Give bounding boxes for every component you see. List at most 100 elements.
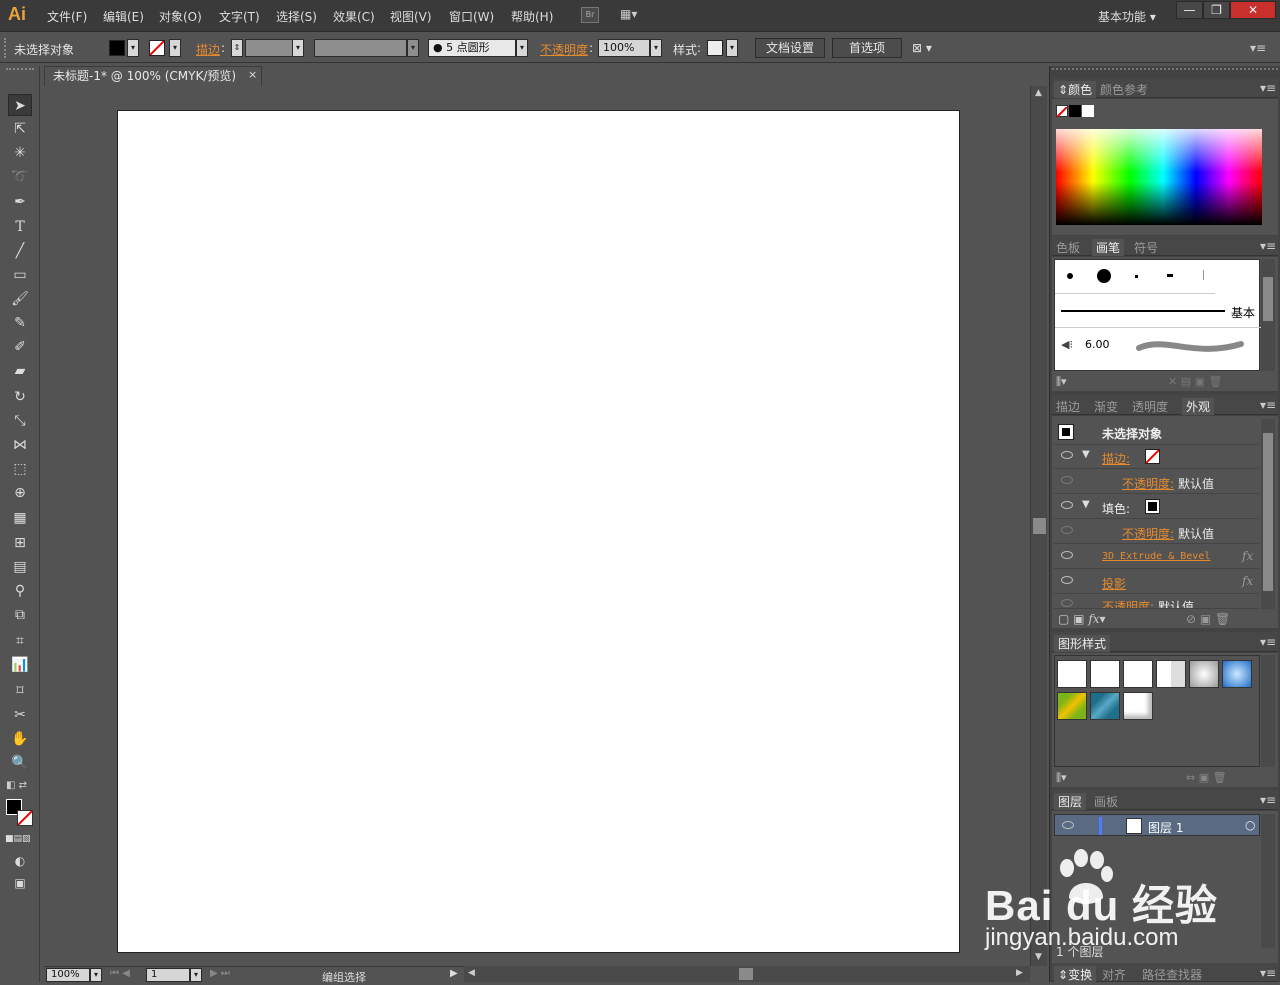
lasso-tool-icon[interactable]: ➰ bbox=[8, 166, 32, 188]
vertical-scroll-thumb[interactable] bbox=[1033, 518, 1046, 534]
brushes-scrollbar[interactable] bbox=[1261, 259, 1275, 371]
menu-view[interactable]: 视图(V) bbox=[390, 8, 432, 25]
scroll-left-icon[interactable]: ◀ bbox=[468, 968, 475, 978]
hand-tool-icon[interactable]: ✋ bbox=[8, 728, 32, 750]
stroke-attribute-label[interactable]: 描边: bbox=[1102, 450, 1130, 467]
zoom-tool-icon[interactable]: 🔍 bbox=[8, 752, 32, 774]
stroke-opacity-label[interactable]: 不透明度: bbox=[1122, 475, 1174, 492]
effect-3d-label[interactable]: 3D Extrude & Bevel bbox=[1102, 551, 1210, 562]
artboard-tool-icon[interactable]: ⌑ bbox=[8, 680, 32, 702]
brushes-scroll-thumb[interactable] bbox=[1263, 277, 1273, 321]
graphic-style-blue-glow[interactable] bbox=[1222, 660, 1252, 688]
brush-libraries-menu-icon[interactable]: ⫼▾ bbox=[1056, 375, 1067, 389]
arrange-documents-button[interactable]: ▦▾ bbox=[620, 7, 650, 23]
visibility-eye-icon[interactable] bbox=[1061, 576, 1073, 584]
graphic-style-split[interactable] bbox=[1156, 660, 1186, 688]
layers-scrollbar[interactable] bbox=[1261, 814, 1275, 948]
perspective-grid-tool-icon[interactable]: ▦ bbox=[8, 507, 32, 529]
opacity-dropdown[interactable]: ▾ bbox=[650, 39, 662, 57]
stroke-weight-stepper[interactable]: ⇕ bbox=[231, 39, 243, 57]
appearance-footer-icons[interactable]: ▢ ▣ fx▾ bbox=[1058, 612, 1106, 626]
tab-brushes[interactable]: 画笔 bbox=[1092, 239, 1125, 256]
graphic-style-shadow[interactable] bbox=[1123, 692, 1153, 720]
visibility-eye-icon[interactable] bbox=[1061, 451, 1073, 459]
tab-graphic-styles[interactable]: 图形样式 bbox=[1054, 635, 1111, 652]
panel-menu-icon[interactable]: ▾≡ bbox=[1260, 966, 1276, 980]
menu-object[interactable]: 对象(O) bbox=[159, 8, 202, 25]
appearance-scroll-thumb[interactable] bbox=[1263, 433, 1273, 591]
line-tool-icon[interactable]: ╱ bbox=[8, 240, 32, 262]
visibility-eye-icon[interactable] bbox=[1061, 526, 1073, 534]
document-setup-button[interactable]: 文档设置 bbox=[755, 38, 825, 58]
brush-tip-small[interactable] bbox=[1067, 273, 1073, 279]
stroke-none-swatch[interactable] bbox=[1145, 449, 1160, 464]
minimize-button[interactable]: — bbox=[1176, 1, 1203, 19]
document-tab[interactable]: 未标题-1* @ 100% (CMYK/预览) bbox=[44, 66, 262, 86]
column-graph-tool-icon[interactable]: 📊 bbox=[8, 654, 32, 676]
expand-triangle-icon[interactable]: ▼ bbox=[1082, 449, 1090, 460]
tab-pathfinder[interactable]: 路径查找器 bbox=[1142, 966, 1202, 983]
appearance-scrollbar[interactable] bbox=[1261, 419, 1275, 609]
pencil-tool-icon[interactable]: ✎ bbox=[8, 312, 32, 334]
stroke-weight-field[interactable] bbox=[245, 39, 293, 57]
stroke-row[interactable]: ▼ 描边: bbox=[1054, 445, 1259, 469]
scroll-right-icon[interactable]: ▶ bbox=[1016, 968, 1023, 978]
color-mode-icons[interactable]: ■▤▨ bbox=[5, 834, 31, 844]
menu-file[interactable]: 文件(F) bbox=[47, 8, 87, 25]
brush-tip-flat[interactable] bbox=[1167, 274, 1173, 277]
brush-tip-calligraphic[interactable] bbox=[1135, 275, 1138, 278]
effect-drop-shadow-row[interactable]: 投影 fx bbox=[1054, 570, 1259, 594]
appearance-clear-icons[interactable]: ⊘ ▣ 🗑 bbox=[1186, 612, 1230, 626]
blob-brush-tool-icon[interactable]: ✐ bbox=[8, 336, 32, 358]
effect-3d-row[interactable]: 3D Extrude & Bevel fx bbox=[1054, 545, 1259, 569]
bridge-button[interactable]: Br bbox=[581, 7, 599, 23]
width-tool-icon[interactable]: ⋈ bbox=[8, 434, 32, 456]
visibility-eye-icon[interactable] bbox=[1061, 551, 1073, 559]
opacity-field[interactable]: 100% bbox=[598, 39, 650, 57]
fill-black-swatch[interactable] bbox=[1145, 499, 1160, 514]
control-menu-icon[interactable]: ▾≡ bbox=[1250, 41, 1266, 55]
magic-wand-tool-icon[interactable]: ✳ bbox=[8, 142, 32, 164]
none-color-icon[interactable] bbox=[1056, 105, 1068, 118]
menu-type[interactable]: 文字(T) bbox=[219, 8, 260, 25]
tab-transparency[interactable]: 透明度 bbox=[1132, 398, 1168, 415]
style-dropdown[interactable]: ▾ bbox=[726, 39, 738, 57]
tab-appearance[interactable]: 外观 bbox=[1182, 398, 1215, 415]
first-artboard-icon[interactable]: ⏮ ◀ bbox=[110, 968, 130, 979]
dock-grip[interactable] bbox=[1052, 68, 1278, 76]
black-color-chip[interactable] bbox=[1069, 105, 1081, 117]
zoom-dropdown[interactable]: ▾ bbox=[90, 968, 102, 982]
type-tool-icon[interactable]: T bbox=[8, 216, 32, 238]
gradient-tool-icon[interactable]: ▤ bbox=[8, 556, 32, 578]
panel-menu-icon[interactable]: ▾≡ bbox=[1260, 239, 1276, 253]
tab-gradient[interactable]: 渐变 bbox=[1094, 398, 1118, 415]
toolbox-grip[interactable] bbox=[6, 68, 34, 74]
free-transform-tool-icon[interactable]: ⬚ bbox=[8, 458, 32, 480]
brush-dropdown[interactable]: ▾ bbox=[516, 39, 528, 57]
profile-dropdown[interactable]: ▾ bbox=[407, 39, 419, 57]
variable-width-profile[interactable] bbox=[314, 39, 407, 57]
arrange-icon[interactable]: ⊠ ▾ bbox=[912, 41, 932, 55]
color-spectrum[interactable] bbox=[1056, 129, 1262, 225]
graphic-style-soft-gradient[interactable] bbox=[1189, 660, 1219, 688]
tab-layers[interactable]: 图层 bbox=[1054, 793, 1087, 810]
preferences-button[interactable]: 首选项 bbox=[832, 38, 902, 58]
object-opacity-row[interactable]: 不透明度: 默认值 bbox=[1054, 595, 1259, 609]
stroke-label[interactable]: 描边 bbox=[196, 41, 220, 58]
stroke-weight-dropdown[interactable]: ▾ bbox=[292, 39, 304, 57]
rectangle-tool-icon[interactable]: ▭ bbox=[8, 264, 32, 286]
shape-builder-tool-icon[interactable]: ⊕ bbox=[8, 482, 32, 504]
pen-tool-icon[interactable]: ✒ bbox=[8, 191, 32, 213]
default-colors-icon[interactable]: ◧ ⇄ bbox=[6, 780, 27, 791]
last-artboard-icon[interactable]: ▶ ⏭ bbox=[210, 968, 230, 979]
graphic-style-green-pattern[interactable] bbox=[1057, 692, 1087, 720]
brush-bristle-row[interactable]: ◀⁝ 6.00 bbox=[1055, 328, 1261, 362]
slice-tool-icon[interactable]: ✂ bbox=[8, 704, 32, 726]
workspace-switcher[interactable]: 基本功能 ▾ bbox=[1098, 8, 1156, 25]
tab-transform[interactable]: ⇕变换 bbox=[1054, 966, 1097, 983]
scroll-down-icon[interactable]: ▼ bbox=[1035, 952, 1042, 962]
tab-artboards[interactable]: 画板 bbox=[1094, 793, 1118, 810]
draw-mode-icon[interactable]: ◐ bbox=[8, 850, 32, 872]
restore-button[interactable]: ❐ bbox=[1203, 1, 1230, 19]
direct-selection-tool-icon[interactable]: ⇱ bbox=[8, 118, 32, 140]
